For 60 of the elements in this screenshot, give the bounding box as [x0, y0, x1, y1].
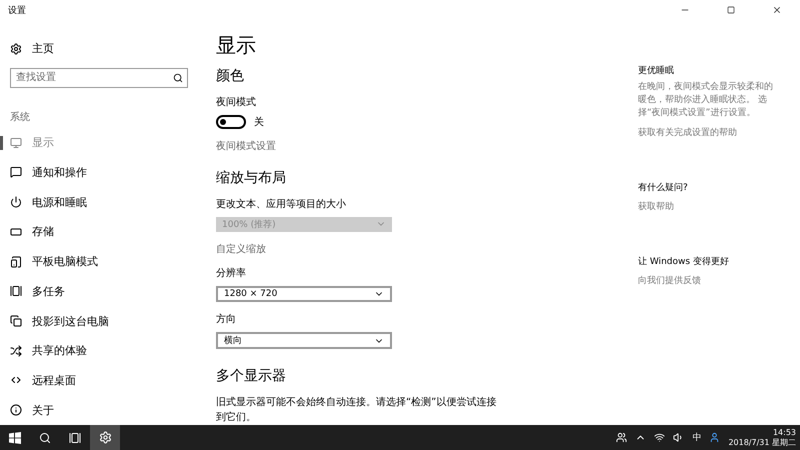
search-icon: [173, 72, 183, 83]
resolution-dropdown[interactable]: 1280 × 720: [216, 286, 392, 302]
storage-icon: [10, 226, 22, 238]
aside-heading: 让 Windows 变得更好: [638, 256, 729, 268]
settings-icon: [98, 431, 112, 444]
clock[interactable]: 14:53 2018/7/31 星期二: [728, 428, 796, 448]
section-heading: 颜色: [216, 67, 244, 85]
setting-label: 方向: [216, 312, 236, 326]
page-title: 显示: [216, 32, 256, 59]
user-icon[interactable]: [709, 432, 720, 443]
section-heading: 缩放与布局: [216, 169, 286, 187]
description-text: 旧式显示器可能不会始终自动连接。请选择“检测”以便尝试连接到它们。: [216, 396, 498, 425]
sidebar-item[interactable]: 存储: [0, 216, 200, 247]
help-link[interactable]: 向我们提供反馈: [638, 274, 701, 287]
section-label: 系统: [10, 110, 31, 124]
sidebar-item[interactable]: 关于: [0, 395, 200, 426]
help-link[interactable]: 获取帮助: [638, 200, 674, 213]
toggle-state: 关: [254, 116, 264, 129]
sidebar-item[interactable]: 显示: [0, 128, 200, 158]
aside-heading: 有什么疑问?: [638, 182, 688, 194]
monitor-icon: [10, 136, 22, 149]
info-icon: [10, 404, 22, 416]
orientation-dropdown[interactable]: 横向: [216, 332, 392, 349]
tablet-icon: [10, 256, 22, 268]
section-heading: 多个显示器: [216, 367, 286, 385]
custom-scale-link[interactable]: 自定义缩放: [216, 242, 266, 256]
search-icon: [39, 432, 51, 444]
window-title: 设置: [8, 4, 27, 16]
sidebar-item[interactable]: 共享的体验: [0, 336, 200, 366]
windows-icon: [9, 432, 21, 444]
maximize-icon: [727, 6, 735, 14]
power-icon: [10, 196, 22, 208]
setting-label: 分辨率: [216, 266, 246, 280]
search-field[interactable]: 查找设置: [10, 68, 188, 88]
message-icon: [10, 166, 22, 178]
help-link[interactable]: 获取有关完成设置的帮助: [638, 126, 737, 139]
close-icon: [772, 5, 782, 15]
volume-icon[interactable]: [673, 432, 684, 443]
sidebar-item[interactable]: 投影到这台电脑: [0, 306, 200, 336]
people-icon[interactable]: [616, 432, 628, 443]
setting-label: 更改文本、应用等项目的大小: [216, 198, 346, 211]
sidebar-item[interactable]: 通知和操作: [0, 157, 200, 188]
sidebar-item[interactable]: 远程桌面: [0, 366, 200, 396]
home-item[interactable]: 主页: [0, 34, 200, 64]
settings-icon: [10, 42, 22, 55]
settings-button[interactable]: [90, 425, 120, 450]
sidebar-item[interactable]: 平板电脑模式: [0, 246, 200, 276]
aside-heading: 更优睡眠: [638, 64, 674, 77]
network-icon[interactable]: [654, 432, 666, 443]
copy-icon: [10, 315, 22, 327]
settings-link[interactable]: 夜间模式设置: [216, 139, 276, 153]
toggle-switch[interactable]: [216, 115, 246, 129]
sidebar-item[interactable]: 多任务: [0, 276, 200, 306]
shuffle-icon: [10, 344, 22, 357]
aside-text: 在晚间，夜间模式会显示较柔和的暖色，帮助你进入睡眠状态。 选择“夜间模式设置”进行设置。: [638, 81, 774, 120]
panels-icon: [10, 285, 22, 298]
sidebar-item[interactable]: 电源和睡眠: [0, 187, 200, 217]
input-method-indicator[interactable]: 中: [692, 431, 702, 444]
setting-label: 夜间模式: [216, 96, 256, 109]
task-view-icon: [69, 432, 81, 444]
